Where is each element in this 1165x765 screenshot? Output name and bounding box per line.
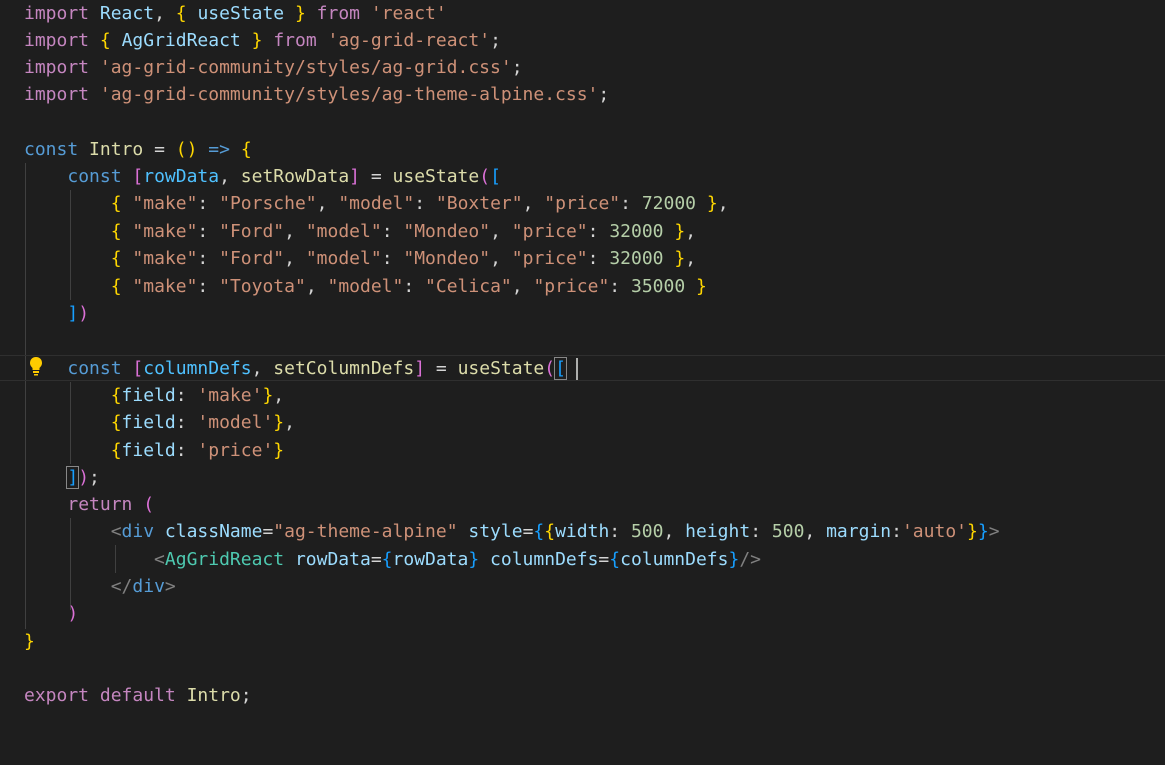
code-line-2[interactable]: import { AgGridReact } from 'ag-grid-rea…	[0, 27, 1165, 54]
code-line-4[interactable]: import 'ag-grid-community/styles/ag-them…	[0, 81, 1165, 108]
code-text: const [columnDefs, setColumnDefs] = useS…	[67, 357, 567, 380]
code-line-24[interactable]: }	[0, 628, 1165, 655]
code-line-23[interactable]: )	[0, 600, 1165, 627]
code-line-1[interactable]: import React, { useState } from 'react'	[0, 0, 1165, 27]
code-text: return (	[67, 494, 155, 515]
code-text: {field: 'make'},	[110, 385, 285, 406]
code-text: const [rowData, setRowData] = useState([	[67, 166, 501, 187]
code-text: </div>	[110, 576, 176, 597]
text-cursor	[576, 358, 578, 380]
code-text: ]);	[66, 466, 100, 489]
code-text: export default Intro;	[24, 685, 252, 706]
code-text: ])	[67, 303, 90, 324]
code-text: import 'ag-grid-community/styles/ag-them…	[24, 84, 610, 105]
code-line-8[interactable]: { "make": "Porsche", "model": "Boxter", …	[0, 190, 1165, 217]
code-line-15[interactable]: {field: 'make'},	[0, 382, 1165, 409]
code-line-19[interactable]: return (	[0, 491, 1165, 518]
code-line-9[interactable]: { "make": "Ford", "model": "Mondeo", "pr…	[0, 218, 1165, 245]
code-text: <AgGridReact rowData={rowData} columnDef…	[154, 549, 762, 570]
code-text: }	[24, 631, 35, 652]
code-text: { "make": "Ford", "model": "Mondeo", "pr…	[110, 248, 697, 269]
code-line-6[interactable]: const Intro = () => {	[0, 136, 1165, 163]
code-text: {field: 'price'}	[110, 440, 285, 461]
code-text: )	[67, 603, 79, 624]
code-text: { "make": "Porsche", "model": "Boxter", …	[110, 193, 729, 214]
code-text: { "make": "Ford", "model": "Mondeo", "pr…	[110, 221, 697, 242]
code-line-18[interactable]: ]);	[0, 464, 1165, 491]
code-text: <div className="ag-theme-alpine" style={…	[110, 521, 1000, 542]
code-line-14[interactable]: const [columnDefs, setColumnDefs] = useS…	[0, 355, 1165, 382]
code-line-20[interactable]: <div className="ag-theme-alpine" style={…	[0, 518, 1165, 545]
code-line-26[interactable]: export default Intro;	[0, 682, 1165, 709]
code-line-3[interactable]: import 'ag-grid-community/styles/ag-grid…	[0, 54, 1165, 81]
code-line-22[interactable]: </div>	[0, 573, 1165, 600]
code-text: import { AgGridReact } from 'ag-grid-rea…	[24, 30, 501, 51]
code-text: {field: 'model'},	[110, 412, 295, 433]
code-text: { "make": "Toyota", "model": "Celica", "…	[110, 276, 707, 297]
code-line-21[interactable]: <AgGridReact rowData={rowData} columnDef…	[0, 546, 1165, 573]
code-text: import 'ag-grid-community/styles/ag-grid…	[24, 57, 523, 78]
code-editor[interactable]: import React, { useState } from 'react' …	[0, 0, 1165, 765]
code-line-10[interactable]: { "make": "Ford", "model": "Mondeo", "pr…	[0, 245, 1165, 272]
code-text: import React, { useState } from 'react'	[24, 3, 447, 24]
code-text: const Intro = () => {	[24, 139, 252, 160]
code-line-16[interactable]: {field: 'model'},	[0, 409, 1165, 436]
code-line-12[interactable]: ])	[0, 300, 1165, 327]
code-line-11[interactable]: { "make": "Toyota", "model": "Celica", "…	[0, 273, 1165, 300]
code-line-17[interactable]: {field: 'price'}	[0, 437, 1165, 464]
code-line-7[interactable]: const [rowData, setRowData] = useState([	[0, 163, 1165, 190]
